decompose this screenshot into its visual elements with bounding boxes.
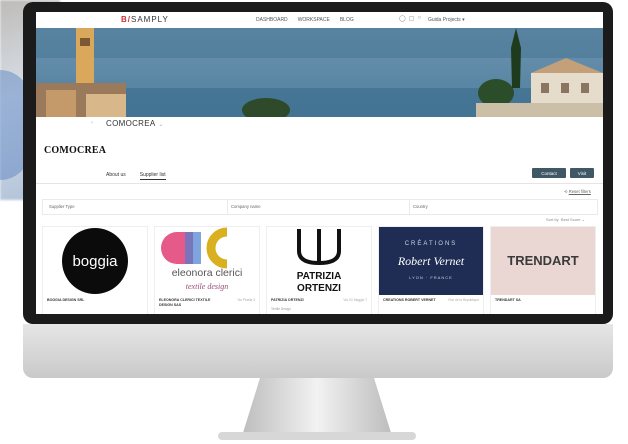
user-menu[interactable]: Guida Projects ▾ <box>428 17 465 23</box>
card-name: CREATIONS ROBERT VERNET <box>383 298 436 302</box>
reset-filters-link[interactable]: ⟲ Reset filters <box>564 189 591 194</box>
tab-about-us[interactable]: About us <box>106 172 126 180</box>
supplier-card[interactable]: CRÉATIONS Robert Vernet LYON · FRANCE CR… <box>378 226 484 314</box>
app-logo[interactable]: B/SAMPLY <box>121 15 169 24</box>
supplier-logo: COMOCREA <box>44 145 107 156</box>
back-icon[interactable]: ‹ <box>91 120 93 126</box>
visit-button[interactable]: Visit <box>570 168 594 178</box>
card-logo-vernet: CRÉATIONS Robert Vernet LYON · FRANCE <box>379 227 483 295</box>
supplier-name: ‹ COMOCREA ⌄ <box>91 119 164 128</box>
supplier-card[interactable]: eleonora clerici textile design ELEONORA… <box>154 226 260 314</box>
monitor-screen: B/SAMPLY DASHBOARD WORKSPACE BLOG ◯ ▢ ○ … <box>36 12 603 314</box>
card-address: Via XX Maggio 7 <box>343 298 367 302</box>
card-logo-patrizia: PATRIZIA ORTENZI <box>267 227 371 295</box>
contact-button[interactable]: Contact <box>532 168 566 178</box>
card-logo-text: PATRIZIA <box>297 271 342 282</box>
card-logo-text: CRÉATIONS <box>405 240 458 247</box>
card-logo-boggia: boggia <box>43 227 147 295</box>
monitor-stand-foot <box>218 432 416 440</box>
nav-dashboard[interactable]: DASHBOARD <box>256 17 288 23</box>
card-address: Via Pinella 3 <box>237 298 255 302</box>
card-logo-subtext: Robert Vernet <box>397 254 465 268</box>
toolbar-icons: ◯ ▢ ○ <box>399 15 421 22</box>
nav-workspace[interactable]: WORKSPACE <box>298 17 330 23</box>
profile-tabs: About us Supplier list <box>106 172 166 180</box>
card-logo-trendart: TRENDART <box>491 227 595 295</box>
supplier-card[interactable]: TRENDART TRENDART SA <box>490 226 596 314</box>
supplier-type-filter[interactable]: Supplier Type <box>49 204 75 209</box>
filter-bar: Supplier Type Company name Country <box>42 199 598 215</box>
main-nav: DASHBOARD WORKSPACE BLOG <box>256 17 354 23</box>
card-name: TRENDART SA <box>495 298 521 302</box>
section-divider <box>36 183 603 184</box>
bell-icon[interactable]: ○ <box>417 15 421 22</box>
tab-supplier-list[interactable]: Supplier list <box>139 172 166 180</box>
nav-blog[interactable]: BLOG <box>340 17 354 23</box>
card-logo-eleonora: eleonora clerici textile design <box>155 227 259 295</box>
card-name: BOGGIA DESIGN SRL <box>47 298 85 302</box>
company-name-filter[interactable]: Company name <box>231 204 261 209</box>
filter-separator <box>227 200 228 214</box>
banner-image <box>36 28 603 117</box>
monitor-chin <box>23 324 613 378</box>
chevron-down-icon[interactable]: ⌄ <box>159 122 164 128</box>
card-logo-location: LYON · FRANCE <box>409 275 453 280</box>
user-icon[interactable]: ◯ <box>399 15 406 22</box>
card-logo-text: eleonora clerici <box>172 267 243 279</box>
card-subtitle: Textile Design <box>271 307 291 311</box>
chat-icon[interactable]: ▢ <box>409 15 415 22</box>
card-name: PATRIZIA ORTENZI <box>271 298 304 302</box>
card-logo-text: TRENDART <box>507 253 579 268</box>
monitor-stand <box>242 378 392 436</box>
sort-dropdown[interactable]: Sort by Best Score ⌄ <box>546 217 585 222</box>
card-logo-subtext: textile design <box>186 282 228 291</box>
card-address: Rue de la Republique <box>448 298 479 302</box>
country-filter[interactable]: Country <box>413 204 428 209</box>
top-navbar: B/SAMPLY DASHBOARD WORKSPACE BLOG ◯ ▢ ○ … <box>36 12 603 29</box>
supplier-card[interactable]: PATRIZIA ORTENZI PATRIZIA ORTENZI Via XX… <box>266 226 372 314</box>
filter-separator <box>409 200 410 214</box>
card-logo-text: boggia <box>72 253 118 270</box>
card-name: ELEONORA CLERICI TEXTILE DESIGN SAS <box>159 298 211 307</box>
card-logo-subtext: ORTENZI <box>297 283 341 294</box>
supplier-card[interactable]: boggia BOGGIA DESIGN SRL <box>42 226 148 314</box>
